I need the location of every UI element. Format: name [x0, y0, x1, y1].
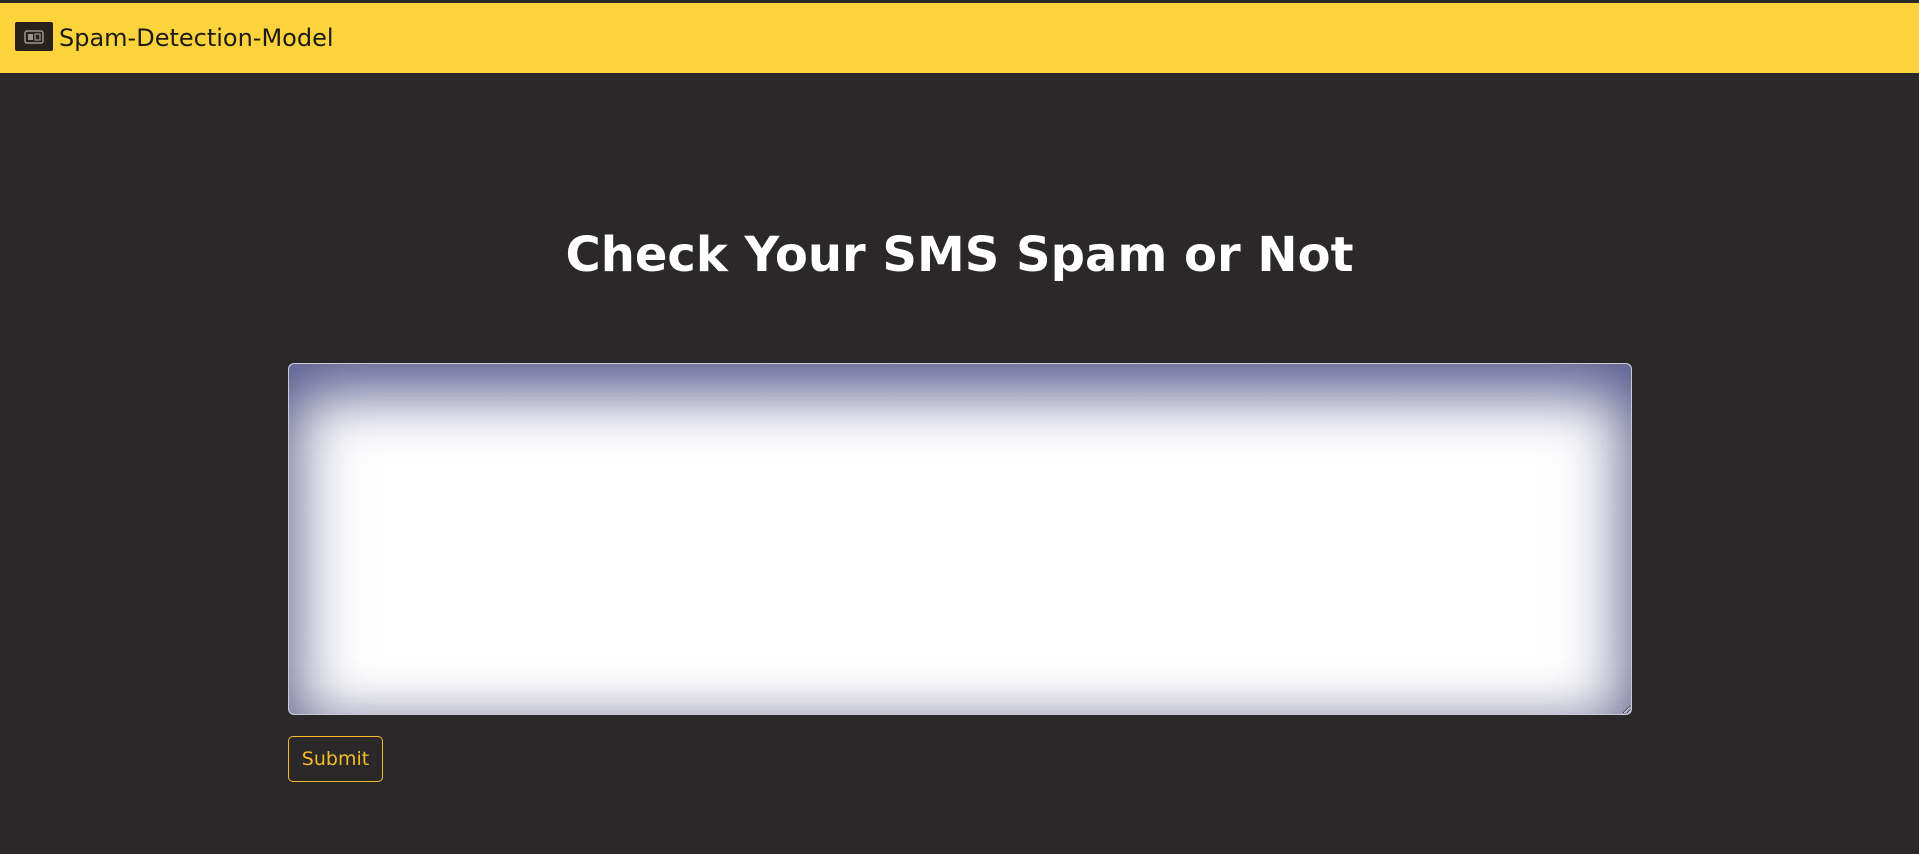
- navbar: Spam-Detection-Model: [0, 0, 1919, 73]
- brand-name-link[interactable]: Spam-Detection-Model: [59, 23, 334, 53]
- brand-logo-graphic: [24, 29, 44, 44]
- submit-button[interactable]: Submit: [288, 736, 383, 782]
- brand-logo-icon[interactable]: [15, 22, 53, 51]
- page-title: Check Your SMS Spam or Not: [565, 227, 1354, 283]
- sms-text-input[interactable]: [288, 363, 1632, 715]
